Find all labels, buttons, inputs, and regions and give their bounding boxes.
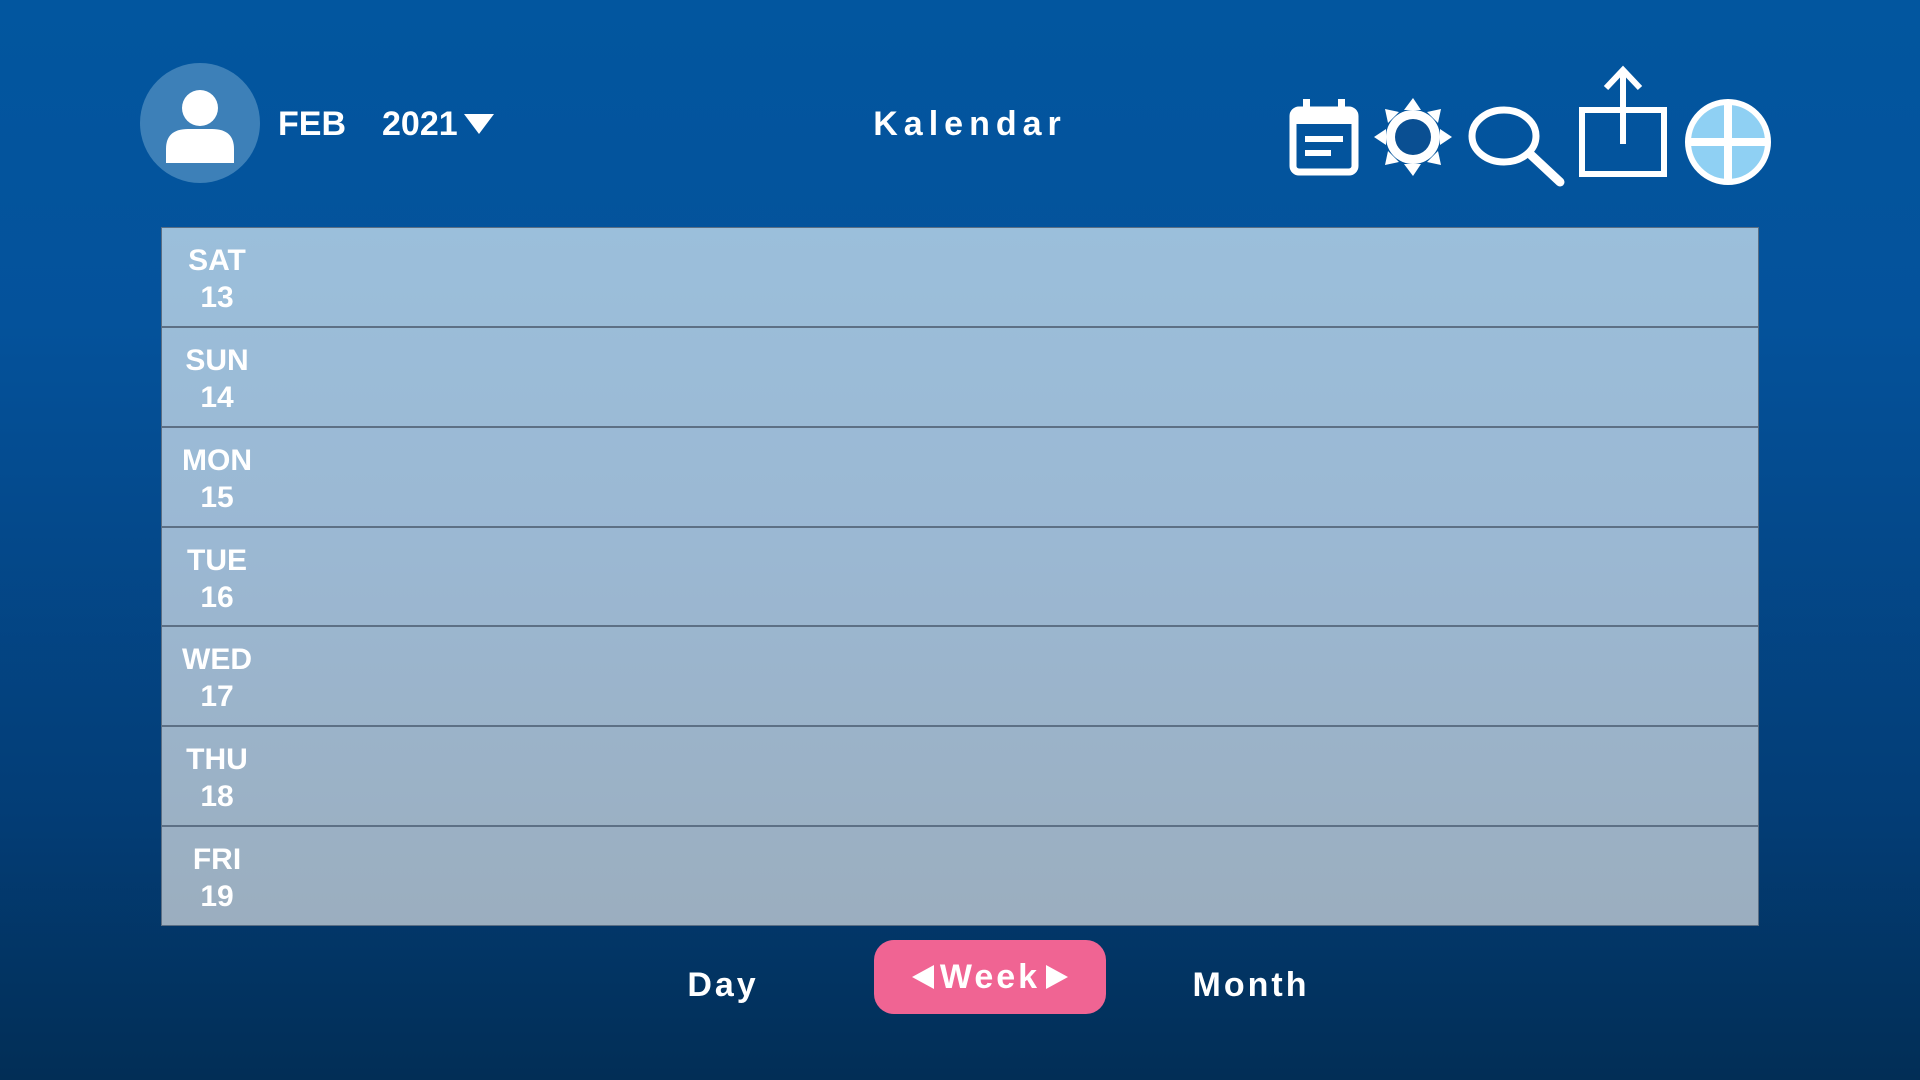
day-row-thu[interactable]: THU 18 bbox=[162, 727, 1758, 828]
calendar-icon[interactable] bbox=[1288, 96, 1360, 178]
settings-gear-icon[interactable] bbox=[1372, 96, 1454, 178]
calendar-app: FEB 2021 Kalendar SAT 13 SUN 14 MON 15 T… bbox=[0, 0, 1920, 1080]
day-row-sat[interactable]: SAT 13 bbox=[162, 228, 1758, 328]
tab-week[interactable]: Week bbox=[874, 940, 1106, 1014]
tab-day[interactable]: Day bbox=[660, 955, 786, 1015]
day-label: WED 17 bbox=[162, 641, 272, 715]
week-day-list: SAT 13 SUN 14 MON 15 TUE 16 WED 17 THU 1… bbox=[161, 227, 1759, 926]
tab-month[interactable]: Month bbox=[1176, 955, 1326, 1015]
day-row-wed[interactable]: WED 17 bbox=[162, 627, 1758, 728]
next-week-arrow-icon[interactable] bbox=[1046, 965, 1069, 989]
weekday-name: MON bbox=[182, 443, 252, 477]
day-number: 15 bbox=[200, 480, 234, 514]
day-row-fri[interactable]: FRI 19 bbox=[162, 827, 1758, 927]
weekday-name: THU bbox=[186, 743, 248, 777]
day-label: SAT 13 bbox=[162, 242, 272, 316]
previous-week-arrow-icon[interactable] bbox=[911, 965, 934, 989]
day-number: 13 bbox=[200, 281, 234, 314]
day-label: TUE 16 bbox=[162, 542, 272, 616]
tab-week-label: Week bbox=[939, 958, 1041, 996]
app-title: Kalendar bbox=[873, 105, 1067, 143]
caret-down-icon bbox=[463, 114, 494, 134]
day-number: 18 bbox=[200, 780, 234, 814]
search-icon[interactable] bbox=[1466, 102, 1566, 188]
user-icon bbox=[166, 90, 234, 163]
day-number: 17 bbox=[200, 680, 234, 714]
day-number: 14 bbox=[200, 380, 234, 414]
day-row-mon[interactable]: MON 15 bbox=[162, 428, 1758, 528]
year-dropdown[interactable]: 2021 bbox=[382, 104, 494, 144]
day-number: 16 bbox=[200, 580, 234, 614]
year-label: 2021 bbox=[382, 105, 458, 143]
user-avatar[interactable] bbox=[140, 63, 260, 183]
share-export-icon[interactable] bbox=[1576, 64, 1670, 180]
add-plus-icon[interactable] bbox=[1683, 97, 1773, 187]
month-label: FEB bbox=[278, 105, 346, 143]
day-label: MON 15 bbox=[162, 442, 272, 516]
weekday-name: FRI bbox=[192, 843, 242, 877]
weekday-name: SUN bbox=[185, 343, 249, 377]
day-label: SUN 14 bbox=[162, 342, 272, 416]
day-number: 19 bbox=[200, 880, 234, 914]
weekday-name: TUE bbox=[187, 543, 247, 577]
day-row-tue[interactable]: TUE 16 bbox=[162, 528, 1758, 628]
weekday-name: WED bbox=[182, 643, 252, 677]
day-label: THU 18 bbox=[162, 741, 272, 815]
weekday-name: SAT bbox=[188, 244, 246, 277]
day-label: FRI 19 bbox=[162, 841, 272, 915]
day-row-sun[interactable]: SUN 14 bbox=[162, 328, 1758, 428]
